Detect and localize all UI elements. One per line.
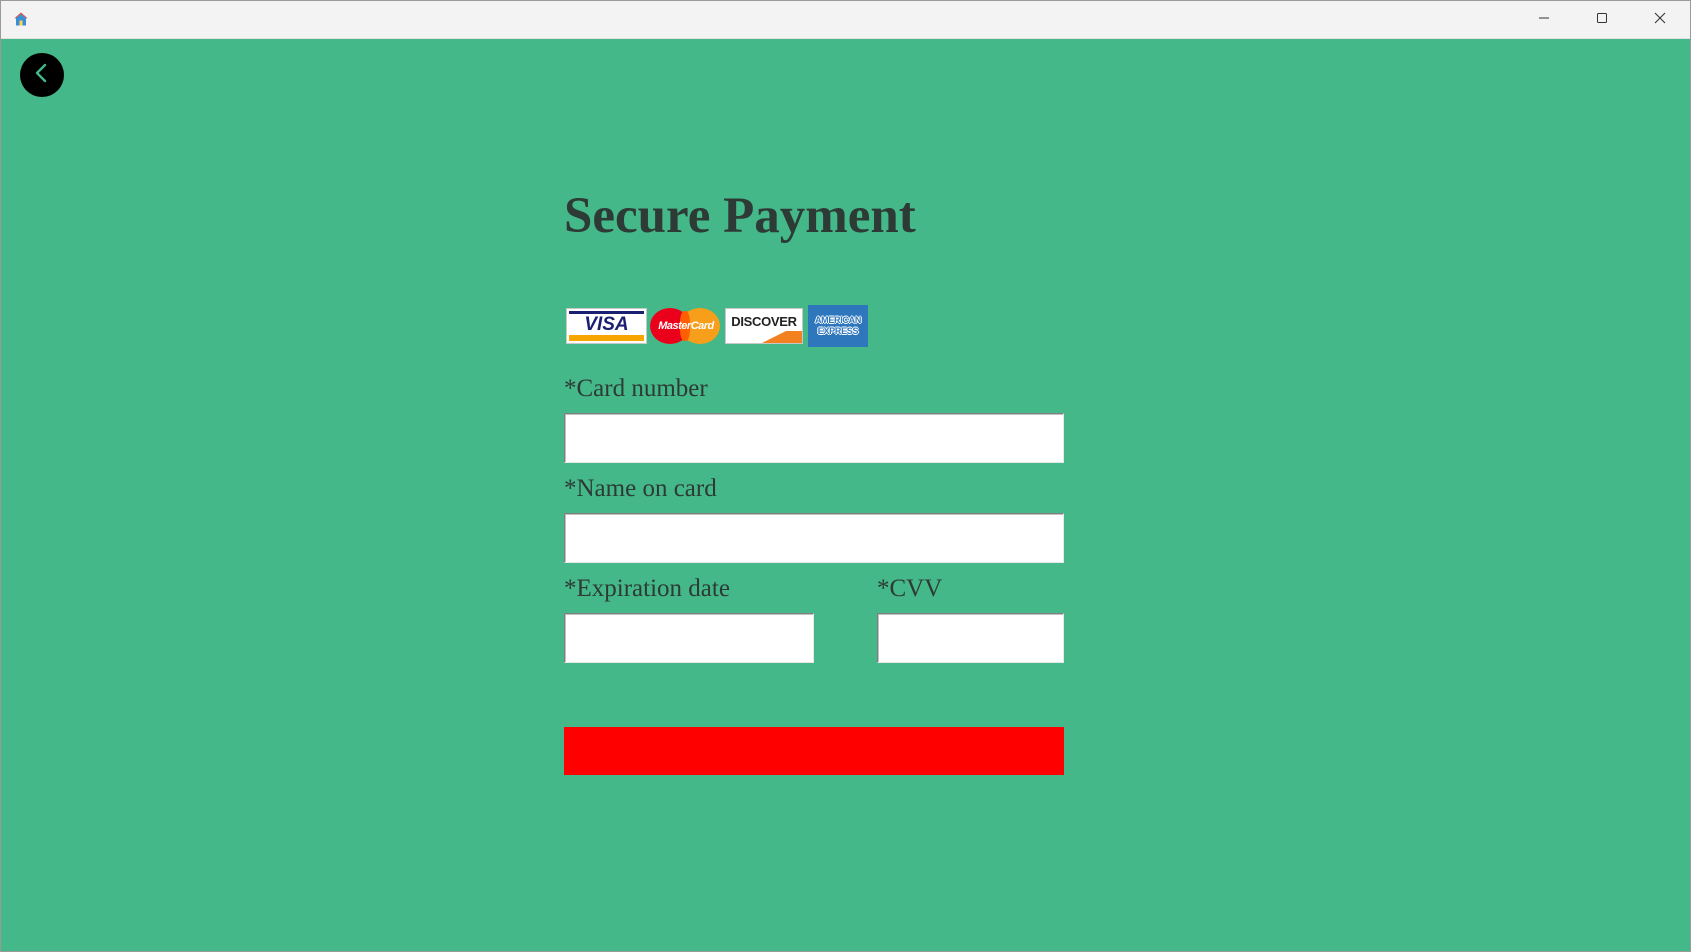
name-on-card-input[interactable] (564, 513, 1064, 563)
discover-logo-text: DISCOVER (731, 314, 797, 329)
home-icon (13, 11, 29, 27)
close-icon (1654, 11, 1666, 29)
back-button[interactable] (20, 53, 64, 97)
expiration-date-input[interactable] (564, 613, 814, 663)
visa-logo-text: VISA (584, 314, 629, 335)
mastercard-logo: MasterCard (650, 308, 722, 344)
app-window: Secure Payment VISA MasterCard DISCOVER … (0, 0, 1691, 952)
close-button[interactable] (1631, 1, 1689, 38)
cvv-label: *CVV (877, 575, 943, 602)
cvv-input[interactable] (877, 613, 1064, 663)
mastercard-logo-text: MasterCard (658, 320, 714, 332)
minimize-button[interactable] (1515, 1, 1573, 38)
expiration-date-label: *Expiration date (564, 575, 730, 602)
amex-logo-text-line1: AMERICAN (814, 315, 862, 325)
maximize-icon (1596, 11, 1608, 29)
visa-logo: VISA (566, 308, 647, 344)
discover-logo: DISCOVER (725, 308, 803, 344)
name-on-card-label: *Name on card (564, 475, 717, 502)
amex-logo-text-line2: EXPRESS (817, 326, 859, 336)
amex-logo: AMERICAN EXPRESS (808, 305, 868, 347)
card-number-input[interactable] (564, 413, 1064, 463)
chevron-left-icon (32, 61, 52, 90)
maximize-button[interactable] (1573, 1, 1631, 38)
minimize-icon (1538, 11, 1550, 29)
card-logos: VISA MasterCard DISCOVER AMERICAN EXPRES… (566, 305, 868, 347)
payment-page: Secure Payment VISA MasterCard DISCOVER … (1, 39, 1690, 951)
submit-payment-button[interactable] (564, 727, 1064, 775)
page-title: Secure Payment (564, 188, 916, 244)
card-number-label: *Card number (564, 375, 708, 402)
title-bar (1, 1, 1690, 39)
